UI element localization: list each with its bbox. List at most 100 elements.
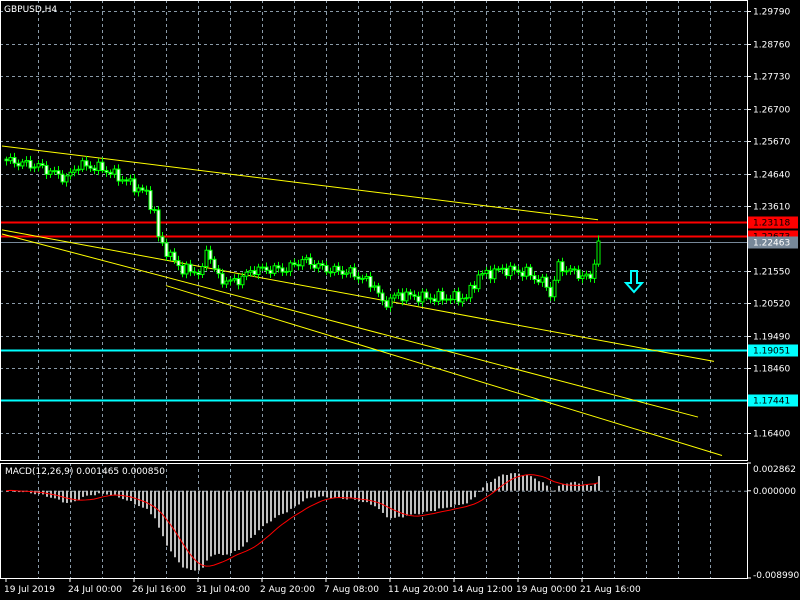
bull-candle <box>420 291 425 303</box>
bear-candle <box>380 292 385 302</box>
bull-candle <box>228 279 233 282</box>
trendline <box>1 233 699 418</box>
bull-candle <box>316 263 321 269</box>
time-tick-label: 7 Aug 08:00 <box>324 585 379 595</box>
bull-candle <box>204 249 209 268</box>
bull-candle <box>80 160 85 170</box>
bear-candle <box>376 285 381 294</box>
macd-histogram-bar <box>430 490 432 512</box>
macd-histogram-bar <box>514 473 516 491</box>
macd-histogram-bar <box>118 490 120 498</box>
trading-chart[interactable]: 1.231181.226731.224631.190511.17441 1.29… <box>0 0 800 600</box>
bear-candle <box>40 163 45 166</box>
bear-candle <box>100 161 105 172</box>
bear-candle <box>180 265 185 275</box>
trendline <box>1 229 715 362</box>
macd-histogram-bar <box>130 490 132 502</box>
macd-histogram-bar <box>306 490 308 499</box>
bear-candle <box>336 265 341 272</box>
bear-candle <box>400 292 405 302</box>
macd-histogram-bar <box>254 490 256 535</box>
price-tick-label: 1.20520 <box>753 300 790 310</box>
bear-candle <box>296 264 301 267</box>
bull-candle <box>32 166 37 169</box>
bear-candle <box>88 165 93 169</box>
time-tick-label: 26 Jul 16:00 <box>132 585 186 595</box>
bear-candle <box>220 273 225 285</box>
macd-histogram-bar <box>422 490 424 513</box>
macd-histogram-bar <box>410 490 412 515</box>
price-tick-label: 1.25670 <box>753 138 790 148</box>
bull-candle <box>72 169 77 173</box>
macd-histogram-bar <box>274 490 276 518</box>
bear-candle <box>56 170 61 175</box>
bear-candle <box>440 291 445 301</box>
bear-candle <box>560 261 565 272</box>
macd-histogram-bar <box>466 490 468 504</box>
time-tick-label: 24 Jul 00:00 <box>68 585 122 595</box>
bear-candle <box>548 286 553 298</box>
macd-histogram-bar <box>510 473 512 491</box>
price-tick-label: 1.29790 <box>753 8 790 18</box>
macd-histogram-bar <box>246 490 248 543</box>
bear-candle <box>328 271 333 274</box>
bull-candle <box>96 161 101 171</box>
bull-candle <box>76 168 81 171</box>
macd-histogram-bar <box>138 490 140 507</box>
macd-histogram-bar <box>270 490 272 522</box>
macd-histogram-bar <box>470 490 472 500</box>
macd-histogram-bar <box>170 490 172 552</box>
macd-histogram-bar <box>70 490 72 503</box>
bull-candle <box>596 240 601 265</box>
bear-candle <box>156 209 161 238</box>
bear-candle <box>412 294 417 297</box>
bull-candle <box>484 269 489 275</box>
bear-candle <box>512 265 517 271</box>
bear-candle <box>188 263 193 273</box>
macd-histogram-bar <box>34 490 36 495</box>
bull-candle <box>460 297 465 303</box>
macd-histogram-bar <box>322 490 324 497</box>
bear-candle <box>320 263 325 267</box>
macd-histogram-bar <box>302 490 304 502</box>
bear-candle <box>152 209 157 212</box>
bear-candle <box>292 262 297 266</box>
macd-histogram-bar <box>550 490 552 492</box>
sell-arrow-icon[interactable] <box>623 269 645 294</box>
bear-candle <box>352 267 357 278</box>
macd-histogram-bar <box>258 490 260 531</box>
down-arrow-shape <box>623 269 645 294</box>
macd-histogram-bar <box>230 490 232 554</box>
bear-candle <box>408 291 413 296</box>
bull-candle <box>468 284 473 299</box>
price-tick-label: 1.18460 <box>753 365 790 375</box>
macd-histogram-bar <box>386 490 388 518</box>
bull-candle <box>464 297 469 300</box>
bull-candle <box>288 262 293 272</box>
macd-histogram-bar <box>278 490 280 516</box>
macd-histogram-bar <box>98 490 100 494</box>
bull-candle <box>272 265 277 274</box>
macd-histogram-bar <box>202 490 204 568</box>
macd-histogram-bar <box>458 490 460 506</box>
price-tick-label: 1.16400 <box>753 430 790 440</box>
bull-candle <box>248 270 253 273</box>
bear-candle <box>536 278 541 283</box>
bull-candle <box>580 275 585 279</box>
bear-candle <box>588 273 593 279</box>
bear-candle <box>504 267 509 277</box>
macd-histogram-bar <box>102 490 104 494</box>
macd-histogram-bar <box>178 490 180 563</box>
macd-histogram-bar <box>186 490 188 569</box>
macd-histogram-bar <box>242 490 244 547</box>
bear-candle <box>260 266 265 269</box>
bull-candle <box>20 161 25 167</box>
bull-candle <box>552 279 557 298</box>
bull-candle <box>24 160 29 163</box>
macd-histogram-bar <box>310 490 312 498</box>
macd-histogram-bar <box>558 485 560 491</box>
macd-histogram-bar <box>370 490 372 505</box>
macd-histogram-bar <box>146 490 148 509</box>
bear-candle <box>164 242 169 257</box>
bid-price-label: 1.22463 <box>753 239 790 249</box>
